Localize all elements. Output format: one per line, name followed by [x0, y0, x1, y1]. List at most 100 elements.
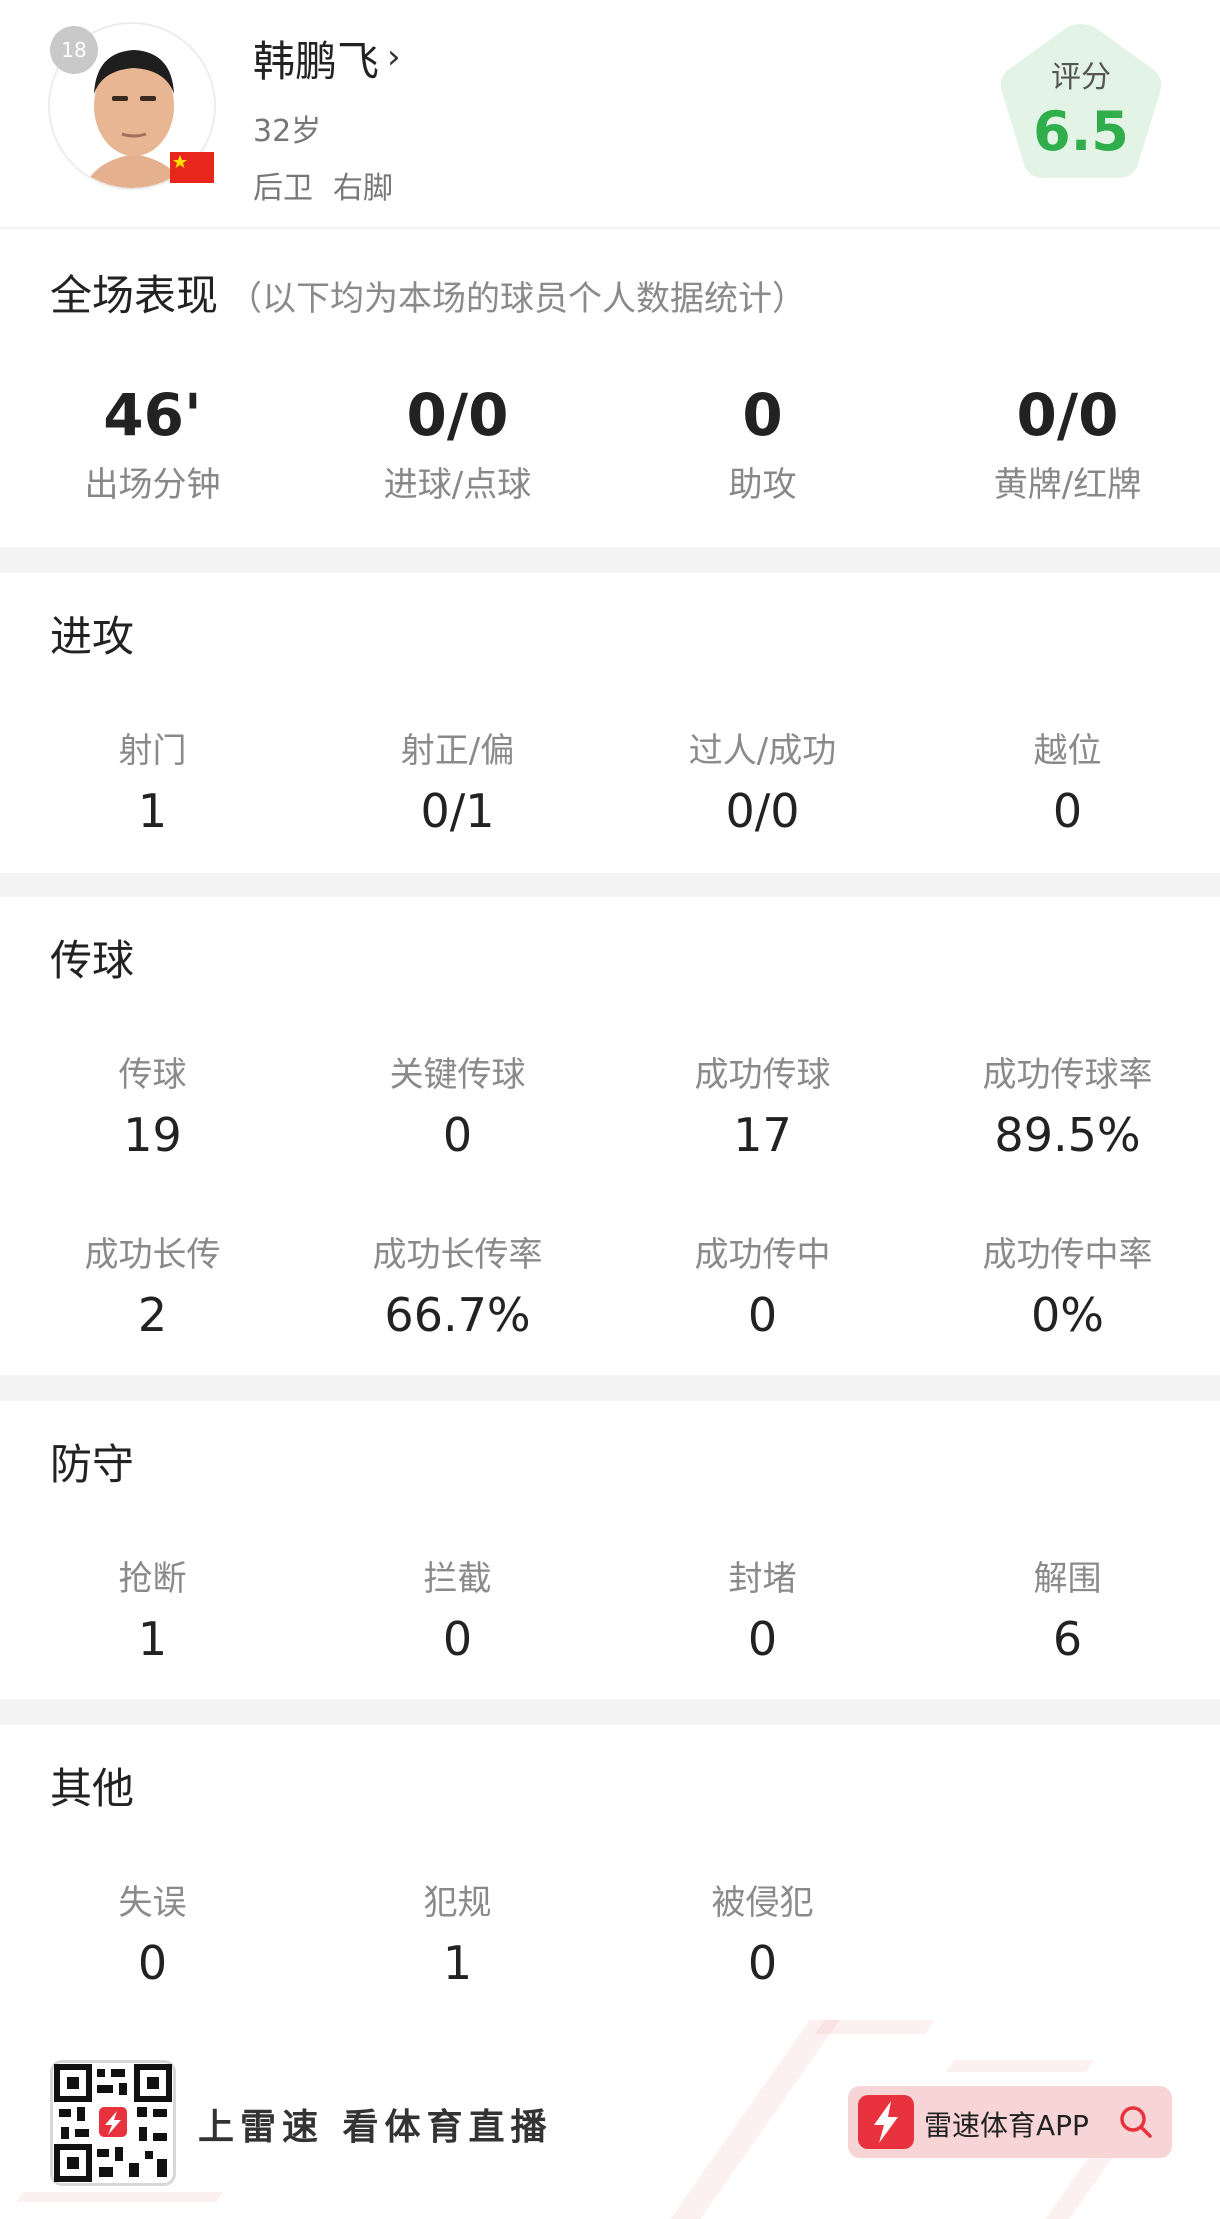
- overview-stat: 46' 出场分钟: [0, 381, 305, 506]
- stat-label: 拦截: [423, 1559, 492, 1599]
- attack-stat: 越位 0: [915, 723, 1220, 838]
- overview-title: 全场表现: [50, 271, 219, 320]
- defense-stat: 抢断 1: [0, 1551, 305, 1666]
- stat-value: 17: [733, 1108, 792, 1162]
- promo-slogan: 上雷速 看体育直播: [198, 2107, 553, 2148]
- stat-label: 黄牌/红牌: [993, 465, 1142, 505]
- stat-value: 0: [747, 1288, 778, 1342]
- stat-label: 封堵: [728, 1559, 797, 1599]
- defense-title: 防守: [50, 1440, 135, 1489]
- stat-label: 进球/点球: [383, 465, 532, 505]
- stat-value: 0: [137, 1936, 168, 1990]
- app-name: 雷速体育APP: [924, 2109, 1089, 2142]
- overview-section: 全场表现 （以下均为本场的球员个人数据统计） 46' 出场分钟 0/0 进球/点球…: [0, 229, 1220, 547]
- stat-value: 0: [747, 1612, 778, 1666]
- stat-value: 6: [1052, 1612, 1083, 1666]
- stat-value: 0%: [1031, 1288, 1104, 1342]
- attack-stat: 射门 1: [0, 723, 305, 838]
- decorative-stripe: [815, 2020, 935, 2034]
- player-position: 后卫: [253, 171, 313, 206]
- stat-value: 1: [137, 1612, 168, 1666]
- stat-value: 46': [103, 381, 202, 449]
- stat-value: 1: [137, 784, 168, 838]
- qr-code-image: [54, 2064, 172, 2182]
- player-age: 32岁: [253, 114, 322, 149]
- passing-stat: 成功传中 0: [610, 1227, 915, 1342]
- rating-value: 6.5: [1033, 100, 1129, 163]
- attack-title: 进攻: [50, 612, 135, 661]
- other-section: 其他 失误 0 犯规 1 被侵犯 0: [0, 1725, 1220, 2020]
- search-icon[interactable]: [1116, 2102, 1156, 2142]
- stat-value: 0: [742, 381, 783, 449]
- passing-stat: 关键传球 0: [305, 1047, 610, 1162]
- decorative-stripe: [945, 2060, 1095, 2072]
- passing-stat: 成功传中率 0%: [915, 1227, 1220, 1342]
- jersey-number: 18: [61, 38, 87, 62]
- passing-stat: 成功传球率 89.5%: [915, 1047, 1220, 1162]
- stat-label: 出场分钟: [84, 465, 221, 505]
- other-stat: 犯规 1: [305, 1875, 610, 1990]
- app-download-badge[interactable]: 雷速体育APP: [848, 2086, 1172, 2158]
- stat-label: 过人/成功: [688, 731, 837, 771]
- player-name-link[interactable]: 韩鹏飞 ›: [253, 28, 401, 89]
- other-title: 其他: [50, 1764, 135, 1813]
- player-foot: 右脚: [333, 171, 393, 206]
- stat-value: 0: [747, 1936, 778, 1990]
- stat-label: 射门: [118, 731, 187, 771]
- decorative-stripe: [670, 2020, 840, 2219]
- passing-stat: 成功传球 17: [610, 1047, 915, 1162]
- player-name: 韩鹏飞: [253, 37, 380, 86]
- stat-label: 越位: [1033, 731, 1102, 771]
- jersey-number-badge: 18: [50, 26, 98, 74]
- defense-stat: 拦截 0: [305, 1551, 610, 1666]
- stat-value: 0: [1052, 784, 1083, 838]
- passing-section: 传球 传球 19 关键传球 0 成功传球 17 成功传球率 89.5% 成功长传…: [0, 897, 1220, 1375]
- stat-label: 传球: [118, 1055, 187, 1095]
- other-stat: 被侵犯 0: [610, 1875, 915, 1990]
- overview-stat: 0/0 黄牌/红牌: [915, 381, 1220, 506]
- stat-label: 犯规: [423, 1883, 492, 1923]
- chevron-right-icon: ›: [387, 36, 401, 77]
- passing-stat: 成功长传 2: [0, 1227, 305, 1342]
- overview-stat: 0 助攻: [610, 381, 915, 506]
- defense-section: 防守 抢断 1 拦截 0 封堵 0 解围 6: [0, 1401, 1220, 1699]
- passing-stat: 传球 19: [0, 1047, 305, 1162]
- attack-section: 进攻 射门 1 射正/偏 0/1 过人/成功 0/0 越位 0: [0, 573, 1220, 873]
- passing-stat: 成功长传率 66.7%: [305, 1227, 610, 1342]
- rating-label: 评分: [1051, 60, 1111, 95]
- stat-value: 0/0: [406, 381, 509, 449]
- promo-footer: 上雷速 看体育直播 雷速体育APP: [0, 2020, 1220, 2219]
- china-flag-icon: [170, 152, 214, 183]
- overview-stat: 0/0 进球/点球: [305, 381, 610, 506]
- stat-label: 失误: [118, 1883, 187, 1923]
- stat-value: 0: [442, 1612, 473, 1666]
- stat-label: 成功传中率: [982, 1235, 1153, 1275]
- stat-label: 被侵犯: [711, 1883, 814, 1923]
- stat-label: 成功传球率: [982, 1055, 1153, 1095]
- stat-value: 0/0: [725, 784, 800, 838]
- stat-value: 0/0: [1016, 381, 1119, 449]
- stat-value: 89.5%: [994, 1108, 1141, 1162]
- stat-label: 成功长传率: [372, 1235, 543, 1275]
- lightning-logo-icon: [858, 2095, 914, 2149]
- stat-value: 2: [137, 1288, 168, 1342]
- decorative-stripe: [16, 2192, 224, 2202]
- stat-label: 抢断: [118, 1559, 187, 1599]
- stat-label: 解围: [1033, 1559, 1102, 1599]
- overview-title-row: 全场表现 （以下均为本场的球员个人数据统计）: [50, 262, 806, 323]
- stat-label: 射正/偏: [400, 731, 515, 771]
- player-position-row: 后卫 右脚: [253, 163, 393, 207]
- qr-code[interactable]: [50, 2060, 176, 2186]
- stat-value: 19: [123, 1108, 182, 1162]
- attack-stat: 射正/偏 0/1: [305, 723, 610, 838]
- attack-stat: 过人/成功 0/0: [610, 723, 915, 838]
- stat-value: 0/1: [420, 784, 495, 838]
- stat-value: 66.7%: [384, 1288, 531, 1342]
- stat-value: 0: [442, 1108, 473, 1162]
- stat-label: 成功传中: [694, 1235, 831, 1275]
- defense-stat: 解围 6: [915, 1551, 1220, 1666]
- passing-title: 传球: [50, 936, 135, 985]
- stat-label: 成功长传: [84, 1235, 221, 1275]
- overview-subtitle: （以下均为本场的球员个人数据统计）: [228, 279, 807, 319]
- stat-label: 关键传球: [389, 1055, 526, 1095]
